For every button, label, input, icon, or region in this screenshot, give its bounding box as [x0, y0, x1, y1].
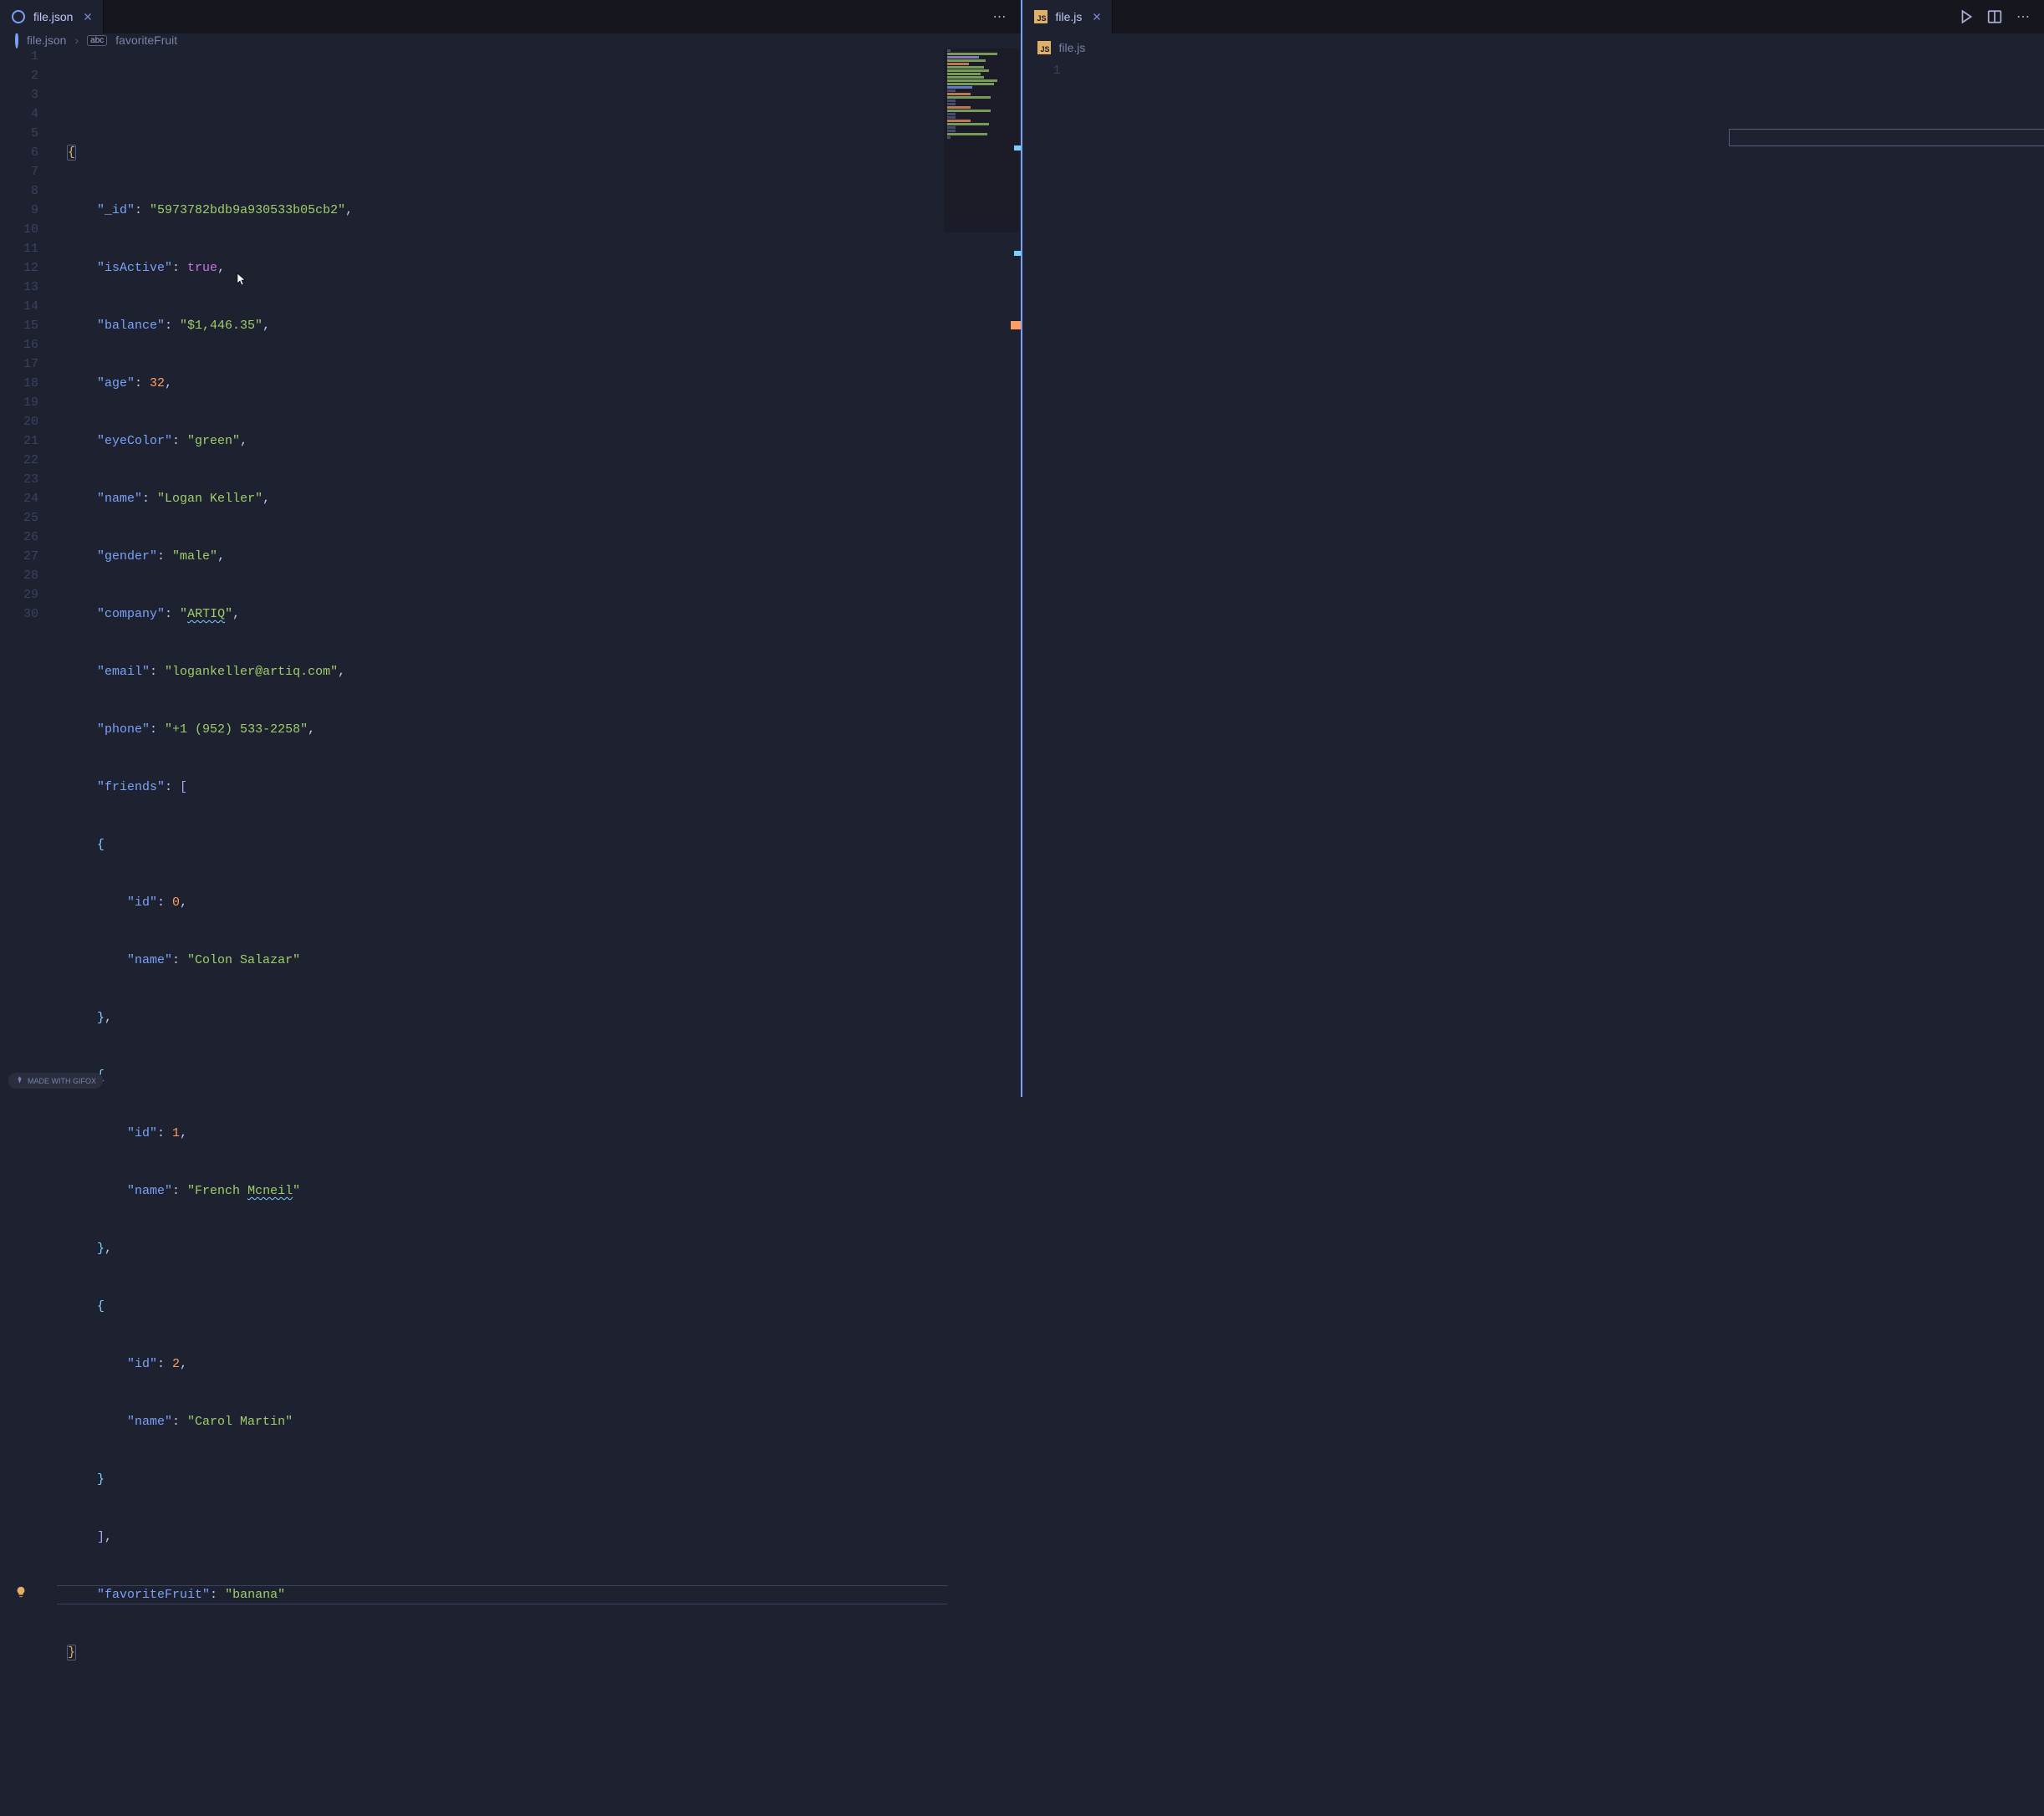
symbol-kind-icon: abc: [87, 35, 107, 46]
breadcrumb-right[interactable]: JS file.js: [1022, 33, 2044, 61]
breadcrumb-file: file.js: [1059, 41, 1086, 54]
code-area[interactable]: { "_id": "5973782bdb9a930533b05cb2", "is…: [57, 47, 1021, 1816]
js-file-icon: JS: [1037, 41, 1051, 54]
tab-file-js[interactable]: JS file.js: [1022, 0, 1114, 33]
tab-bar-left: file.json ⋯: [0, 0, 1021, 33]
split-editor-icon[interactable]: [1987, 9, 2002, 24]
breadcrumb-symbol: favoriteFruit: [115, 33, 177, 47]
tab-file-json[interactable]: file.json: [0, 0, 104, 33]
code-area[interactable]: [1079, 61, 2044, 1097]
more-icon[interactable]: ⋯: [2016, 9, 2031, 24]
editor-right[interactable]: 1: [1022, 61, 2044, 1097]
cursor-line-highlight: [1729, 129, 2044, 146]
overview-marker: [1014, 251, 1021, 256]
tab-label: file.js: [1056, 10, 1083, 23]
js-file-icon: JS: [1034, 10, 1047, 23]
editor-left[interactable]: 12345 678910 1112131415 1617181920 21222…: [0, 47, 1021, 1816]
close-icon[interactable]: [1090, 10, 1104, 23]
json-file-icon: [12, 10, 25, 23]
editor-pane-left: file.json ⋯ file.json › abc favoriteFrui…: [0, 0, 1022, 1097]
close-icon[interactable]: [81, 10, 94, 23]
gifox-icon: [15, 1075, 24, 1086]
editor-pane-right: JS file.js ⋯ JS file.js 1: [1022, 0, 2044, 1097]
line-number-gutter: 12345 678910 1112131415 1617181920 21222…: [0, 47, 57, 1816]
run-icon[interactable]: [1959, 9, 1974, 24]
tab-label: file.json: [33, 10, 73, 23]
tab-bar-right: JS file.js ⋯: [1022, 0, 2044, 33]
watermark-badge: MADE WITH GIFOX: [8, 1073, 103, 1089]
chevron-right-icon: ›: [74, 33, 79, 47]
json-file-icon: [15, 33, 18, 47]
breadcrumb-file: file.json: [27, 33, 66, 47]
lightbulb-icon[interactable]: [15, 1585, 27, 1597]
overview-marker: [1011, 321, 1021, 329]
overview-marker: [1014, 145, 1021, 150]
more-icon[interactable]: ⋯: [992, 9, 1007, 24]
breadcrumb-left[interactable]: file.json › abc favoriteFruit: [0, 33, 1021, 47]
line-number-gutter: 1: [1022, 61, 1079, 1097]
